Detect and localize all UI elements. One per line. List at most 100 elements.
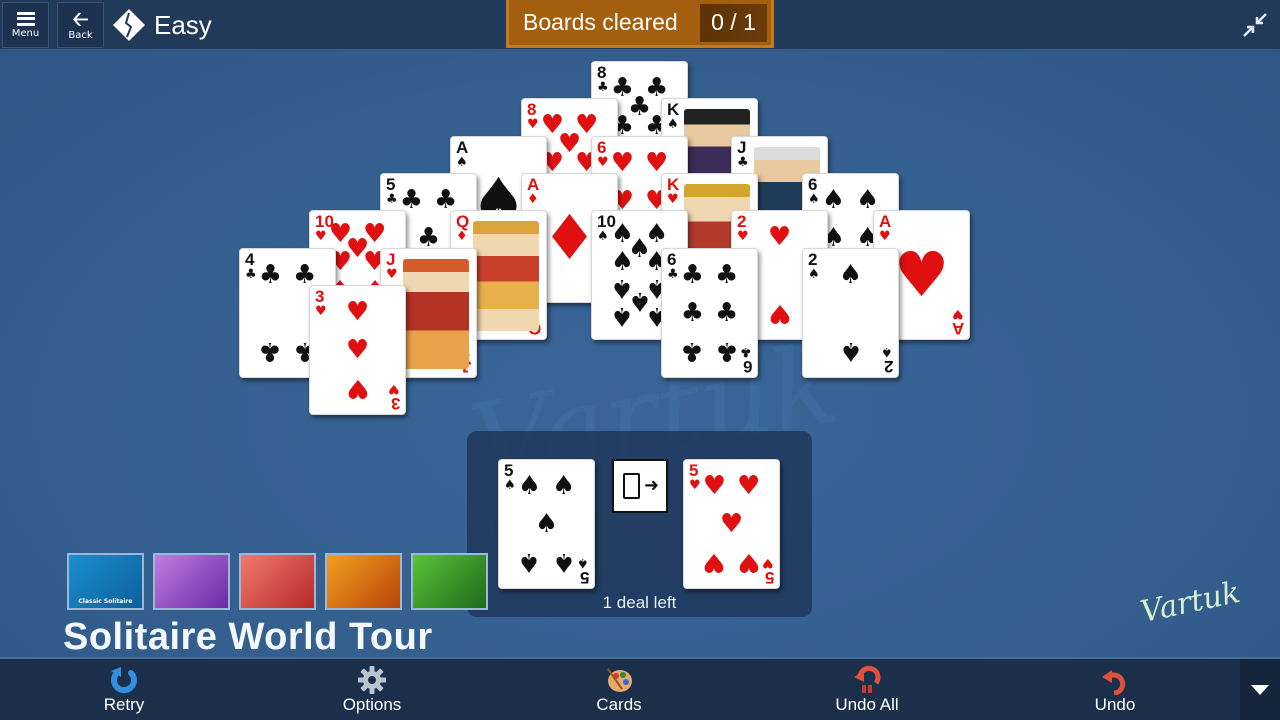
spades-icon: ♠ [610, 300, 635, 331]
promo-title: Solitaire World Tour [63, 616, 433, 658]
card-rank: 2 [883, 357, 893, 376]
spades-icon: ♠ [667, 117, 679, 132]
deals-left-text: 1 deal left [602, 593, 677, 612]
face-card-art [473, 221, 539, 331]
thumbnail-classic-solitaire[interactable]: Classic Solitaire [67, 553, 144, 610]
thumbnail-red-scene[interactable] [239, 553, 316, 610]
clubs-icon: ♣ [740, 344, 752, 359]
card-6-of-clubs[interactable]: 6 ♣ 6 ♣ ♣ ♣ ♣ ♣ ♣ ♣ [661, 248, 758, 378]
hearts-icon: ♥ [345, 335, 370, 365]
spades-icon: ♠ [610, 247, 635, 278]
spades-icon: ♠ [577, 555, 589, 570]
spades-icon: ♠ [881, 344, 893, 359]
spades-icon: ♠ [838, 259, 863, 290]
spades-icon: ♠ [517, 470, 542, 501]
gear-icon [358, 666, 386, 694]
hearts-icon: ♥ [736, 470, 761, 501]
hearts-icon: ♥ [879, 229, 891, 244]
undo-label: Undo [1094, 695, 1136, 714]
more-button[interactable] [1240, 659, 1280, 720]
spades-icon: ♠ [808, 267, 820, 282]
hearts-icon: ♥ [315, 304, 327, 319]
top-bar: Menu 🡠 Back Easy Boards cleared 0 / 1 [0, 0, 1280, 50]
card-rank: 3 [390, 394, 400, 413]
boards-cleared-counter: Boards cleared 0 / 1 [506, 0, 774, 48]
hearts-icon: ♥ [345, 296, 370, 327]
deal-button[interactable]: ➜ [612, 459, 668, 513]
spades-icon: ♠ [597, 229, 609, 244]
hearts-icon: ♥ [644, 147, 669, 178]
clubs-icon: ♣ [245, 267, 257, 282]
undo-icon [1102, 670, 1126, 695]
clubs-icon: ♣ [667, 267, 679, 282]
options-button[interactable]: Options [302, 659, 442, 720]
bottom-bar: Retry Options Cards Undo All Undo [0, 657, 1280, 720]
retry-button[interactable]: Retry [54, 659, 194, 720]
thumbnail-green-mountains[interactable] [411, 553, 488, 610]
boards-cleared-label: Boards cleared [523, 9, 678, 35]
chevron-down-icon [1251, 684, 1269, 695]
spades-icon: ♠ [517, 547, 542, 578]
hearts-icon: ♥ [719, 509, 744, 539]
spades-icon: ♠ [456, 155, 468, 170]
clubs-icon: ♣ [680, 336, 705, 367]
card-5-of-spades[interactable]: 5 ♠ 5 ♠ ♠ ♠ ♠ ♠ ♠ [498, 459, 595, 589]
difficulty-diamond-icon [113, 9, 145, 41]
hearts-icon: ♥ [386, 267, 398, 282]
difficulty-title: Easy [112, 8, 212, 42]
diamonds-icon: ♦ [456, 229, 468, 244]
hearts-icon: ♥ [767, 221, 792, 252]
diamonds-icon: ♦ [541, 201, 598, 274]
spades-icon: ♠ [551, 470, 576, 501]
hearts-icon: ♥ [345, 373, 370, 404]
undo-all-icon [854, 665, 881, 693]
card-rank: 5 [764, 568, 774, 587]
retry-label: Retry [103, 695, 145, 714]
difficulty-label: Easy [154, 9, 212, 40]
clubs-icon: ♣ [680, 259, 705, 290]
boards-cleared-value: 0 / 1 [700, 3, 767, 42]
clubs-icon: ♣ [386, 192, 398, 207]
undo-all-button[interactable]: Undo All [797, 659, 937, 720]
spades-icon: ♠ [504, 478, 516, 493]
hearts-icon: ♥ [388, 381, 400, 396]
back-label: Back [68, 29, 93, 41]
hearts-icon: ♥ [952, 306, 964, 321]
clubs-icon: ♣ [714, 298, 739, 328]
spades-icon: ♠ [821, 184, 846, 215]
spades-icon: ♠ [855, 184, 880, 215]
thumbnail-caption: Classic Solitaire [78, 598, 133, 605]
hearts-icon: ♥ [767, 298, 792, 329]
thumbnail-pyramid[interactable] [325, 553, 402, 610]
clubs-icon: ♣ [597, 80, 609, 95]
exit-fullscreen-icon[interactable] [1240, 10, 1270, 40]
clubs-icon: ♣ [680, 298, 705, 328]
palette-icon [607, 668, 632, 692]
undo-button[interactable]: Undo [1045, 659, 1185, 720]
card-5-of-hearts[interactable]: 5 ♥ 5 ♥ ♥ ♥ ♥ ♥ ♥ [683, 459, 780, 589]
spades-icon: ♠ [808, 192, 820, 207]
thumbnail-purple-swirl[interactable] [153, 553, 230, 610]
card-2-of-spades[interactable]: 2 ♠ 2 ♠ ♠ ♠ [802, 248, 899, 378]
card-rank: 5 [579, 568, 589, 587]
cards-button[interactable]: Cards [549, 659, 689, 720]
undo-all-label: Undo All [835, 695, 899, 714]
retry-icon [111, 667, 137, 694]
deal-card-arrow-icon [623, 473, 640, 499]
spades-icon: ♠ [534, 509, 559, 539]
card-3-of-hearts[interactable]: 3 ♥ 3 ♥ ♥ ♥ ♥ [309, 285, 406, 415]
hearts-icon: ♥ [689, 478, 701, 493]
card-rank: A [951, 319, 964, 338]
menu-button[interactable]: Menu [2, 2, 49, 48]
card-rank: 6 [742, 357, 752, 376]
clubs-icon: ♣ [399, 184, 424, 215]
clubs-icon: ♣ [714, 336, 739, 367]
clubs-icon: ♣ [737, 155, 749, 170]
clubs-icon: ♣ [258, 259, 283, 290]
hearts-icon: ♥ [737, 229, 749, 244]
back-arrow-icon: 🡠 [72, 6, 89, 31]
back-button[interactable]: 🡠 Back [57, 2, 104, 48]
arrow-right-icon: ➜ [644, 475, 660, 496]
hearts-icon: ♥ [702, 470, 727, 501]
cards-label: Cards [596, 695, 642, 714]
